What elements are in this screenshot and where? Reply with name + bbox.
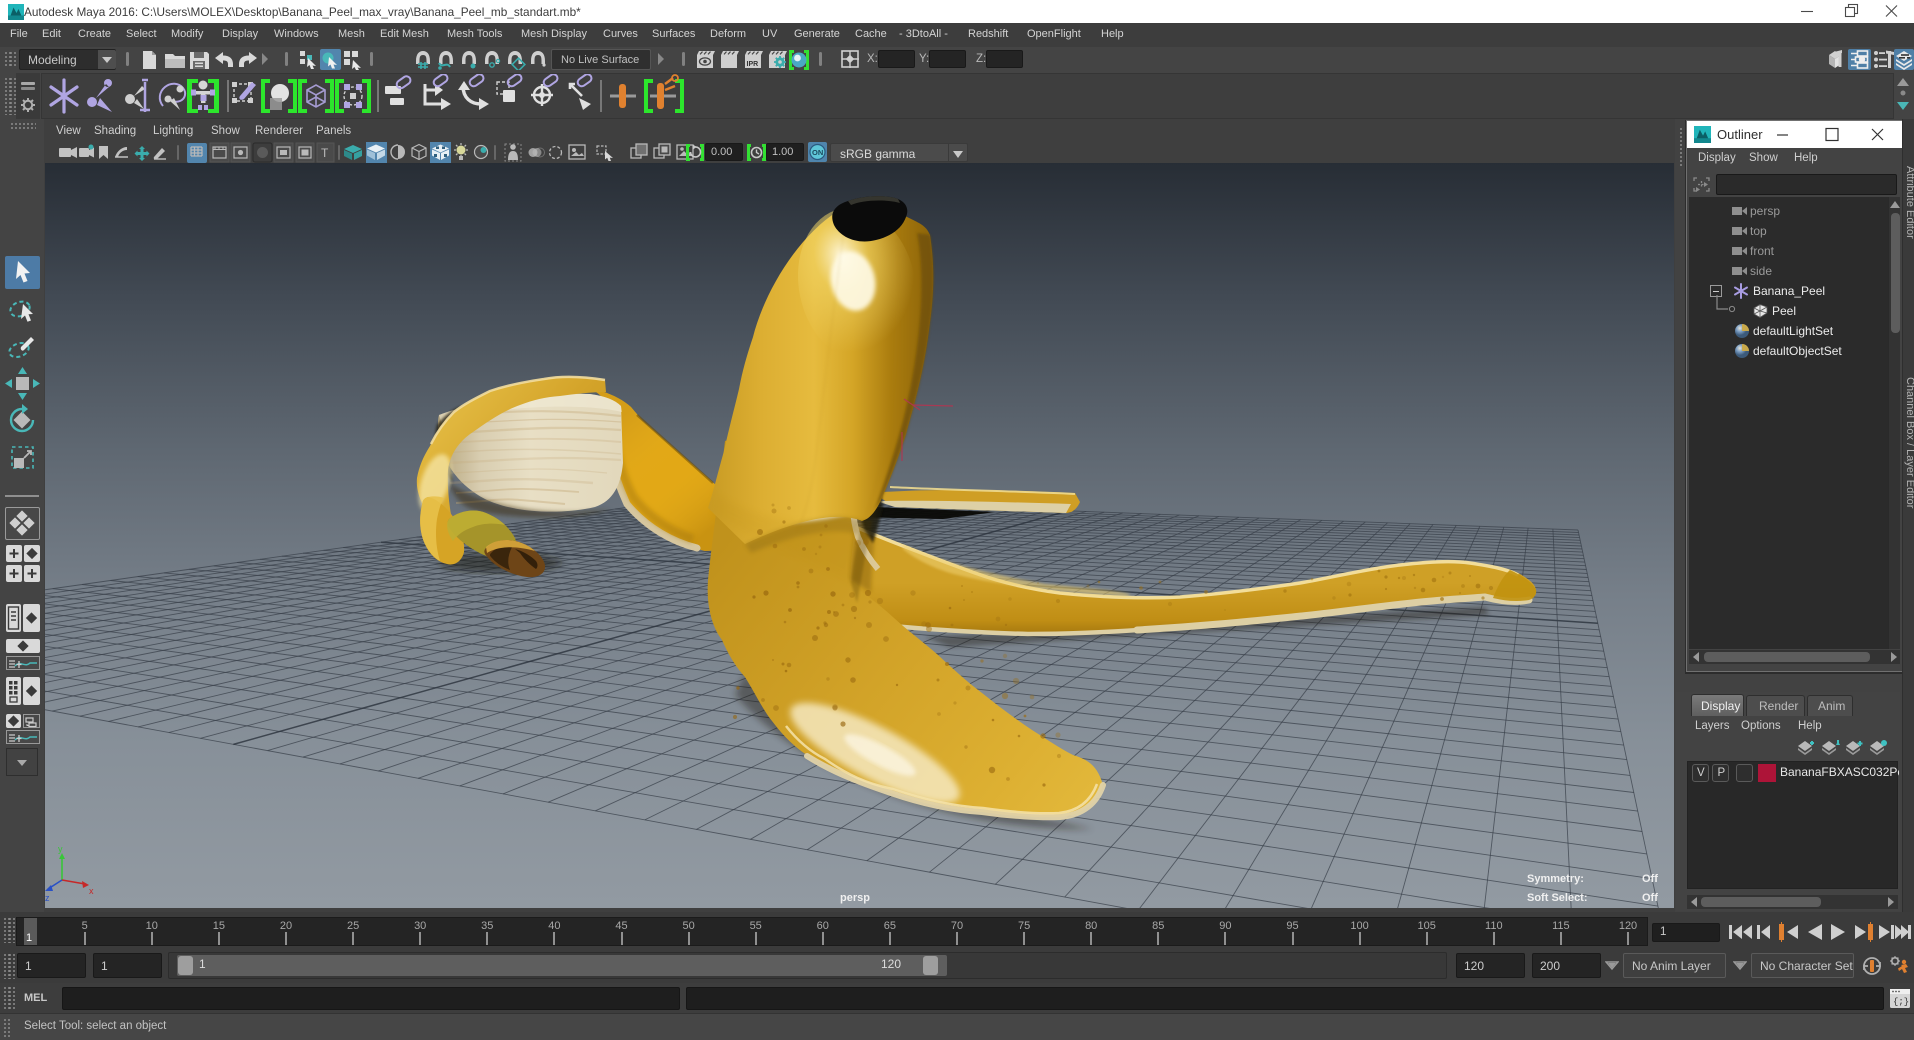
svg-text:{;}: {;}	[1893, 997, 1909, 1007]
svg-text:z: z	[45, 893, 50, 903]
svg-text:T: T	[321, 146, 329, 160]
svg-text:ON: ON	[812, 148, 823, 157]
svg-text:x: x	[89, 886, 94, 896]
svg-text:y: y	[58, 844, 63, 854]
svg-text:IPR: IPR	[747, 61, 759, 68]
